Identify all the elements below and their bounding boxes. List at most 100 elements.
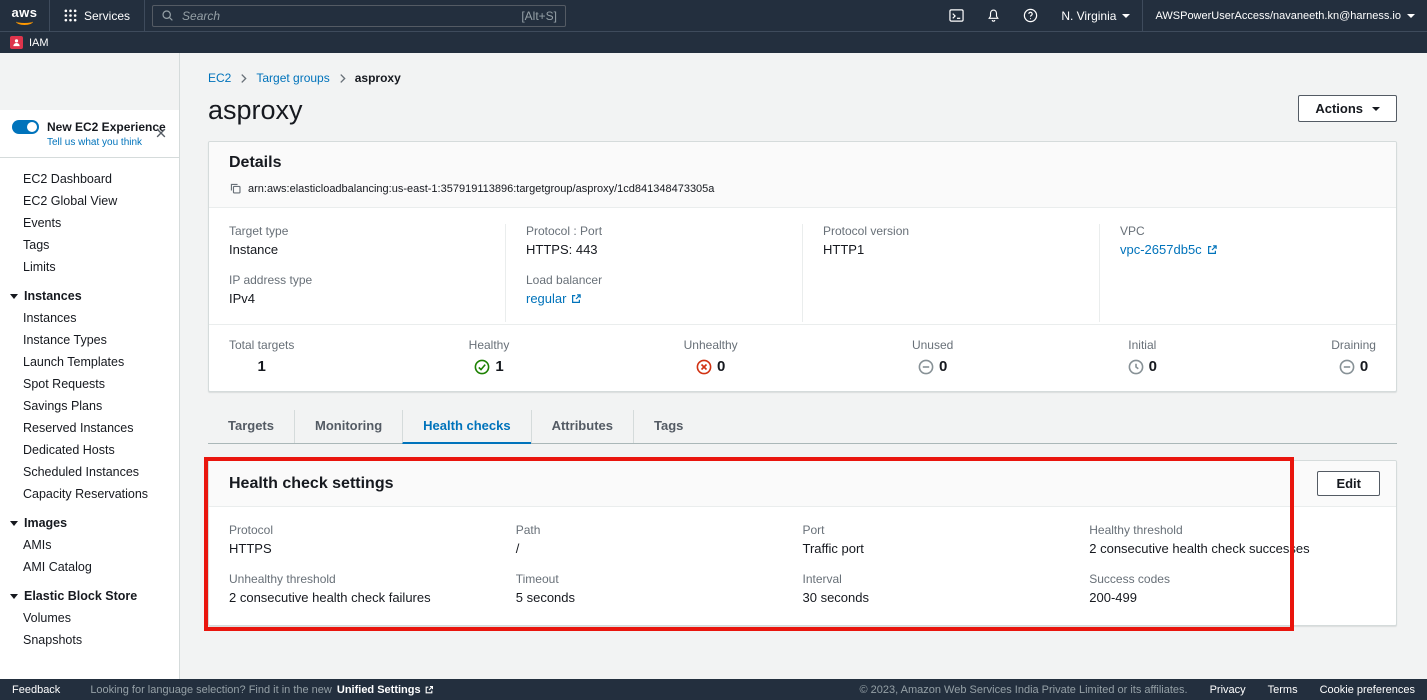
iam-shortcut[interactable]: IAM bbox=[29, 37, 49, 49]
sidebar-item-capacity-reservations[interactable]: Capacity Reservations bbox=[0, 483, 179, 505]
load-balancer-link[interactable]: regular bbox=[526, 291, 582, 306]
top-navigation: aws Services [Alt+S] bbox=[0, 0, 1427, 31]
field-healthy-threshold: Healthy threshold 2 consecutive health c… bbox=[1089, 523, 1376, 556]
sidebar-item-volumes[interactable]: Volumes bbox=[0, 607, 179, 629]
sidebar-item-spot-requests[interactable]: Spot Requests bbox=[0, 373, 179, 395]
search-icon bbox=[161, 9, 174, 22]
field-success-codes: Success codes 200-499 bbox=[1089, 572, 1376, 605]
sidebar-item-launch-templates[interactable]: Launch Templates bbox=[0, 351, 179, 373]
sidebar-item-ec2-global-view[interactable]: EC2 Global View bbox=[0, 190, 179, 212]
services-grid-icon bbox=[64, 9, 77, 22]
external-link-icon bbox=[1206, 244, 1218, 256]
summary-unused: Unused 0 bbox=[912, 338, 953, 375]
summary-initial: Initial 0 bbox=[1128, 338, 1157, 375]
terms-link[interactable]: Terms bbox=[1268, 684, 1298, 696]
aws-logo-smile bbox=[16, 18, 33, 25]
sidebar-item-scheduled-instances[interactable]: Scheduled Instances bbox=[0, 461, 179, 483]
tab-tags[interactable]: Tags bbox=[633, 410, 703, 443]
draining-icon bbox=[1339, 359, 1355, 375]
field-health-protocol: Protocol HTTPS bbox=[229, 523, 516, 556]
cloudshell-button[interactable] bbox=[938, 0, 975, 31]
feedback-link[interactable]: Feedback bbox=[12, 684, 60, 696]
health-check-card: Health check settings Edit Protocol HTTP… bbox=[208, 460, 1397, 626]
close-icon[interactable] bbox=[155, 127, 167, 142]
field-timeout: Timeout 5 seconds bbox=[516, 572, 803, 605]
help-button[interactable] bbox=[1012, 0, 1049, 31]
sidebar-item-snapshots[interactable]: Snapshots bbox=[0, 629, 179, 651]
target-group-arn: arn:aws:elasticloadbalancing:us-east-1:3… bbox=[248, 183, 714, 195]
field-interval: Interval 30 seconds bbox=[803, 572, 1090, 605]
sidebar: New EC2 Experience Tell us what you thin… bbox=[0, 53, 180, 679]
sidebar-item-limits[interactable]: Limits bbox=[0, 256, 179, 278]
sidebar-section-elastic-block-store[interactable]: Elastic Block Store bbox=[0, 578, 179, 607]
health-check-title: Health check settings bbox=[229, 475, 394, 493]
field-load-balancer: Load balancer regular bbox=[526, 273, 782, 306]
external-link-icon bbox=[570, 293, 582, 305]
account-menu[interactable]: AWSPowerUserAccess/navaneeth.kn@harness.… bbox=[1143, 10, 1427, 22]
summary-unhealthy: Unhealthy 0 bbox=[684, 338, 738, 375]
edit-button[interactable]: Edit bbox=[1317, 471, 1380, 496]
search-input[interactable] bbox=[180, 8, 515, 24]
unused-icon bbox=[918, 359, 934, 375]
tab-monitoring[interactable]: Monitoring bbox=[294, 410, 402, 443]
breadcrumb-separator-icon bbox=[339, 73, 346, 84]
breadcrumb-current: asproxy bbox=[355, 71, 401, 85]
sidebar-item-events[interactable]: Events bbox=[0, 212, 179, 234]
field-unhealthy-threshold: Unhealthy threshold 2 consecutive health… bbox=[229, 572, 516, 605]
new-experience-label: New EC2 Experience bbox=[47, 120, 166, 134]
sidebar-item-tags[interactable]: Tags bbox=[0, 234, 179, 256]
iam-service-icon bbox=[10, 36, 23, 49]
footer: Feedback Looking for language selection?… bbox=[0, 679, 1427, 700]
tab-attributes[interactable]: Attributes bbox=[531, 410, 633, 443]
sidebar-item-amis[interactable]: AMIs bbox=[0, 534, 179, 556]
healthy-icon bbox=[474, 359, 490, 375]
field-protocol-port: Protocol : Port HTTPS: 443 bbox=[526, 224, 782, 257]
sidebar-item-ec2-dashboard[interactable]: EC2 Dashboard bbox=[0, 168, 179, 190]
field-protocol-version: Protocol version HTTP1 bbox=[823, 224, 1079, 257]
region-label: N. Virginia bbox=[1061, 9, 1116, 23]
vpc-link[interactable]: vpc-2657db5c bbox=[1120, 242, 1218, 257]
details-card: Details arn:aws:elasticloadbalancing:us-… bbox=[208, 141, 1397, 392]
unified-settings-link[interactable]: Unified Settings bbox=[337, 684, 434, 696]
breadcrumb-target-groups[interactable]: Target groups bbox=[256, 71, 329, 85]
sidebar-item-instances[interactable]: Instances bbox=[0, 307, 179, 329]
privacy-link[interactable]: Privacy bbox=[1210, 684, 1246, 696]
tab-health-checks[interactable]: Health checks bbox=[402, 410, 530, 444]
field-vpc: VPC vpc-2657db5c bbox=[1120, 224, 1376, 257]
unhealthy-icon bbox=[696, 359, 712, 375]
new-experience-subtitle[interactable]: Tell us what you think bbox=[47, 137, 167, 148]
field-health-path: Path / bbox=[516, 523, 803, 556]
language-hint: Looking for language selection? Find it … bbox=[90, 684, 332, 696]
notifications-button[interactable] bbox=[975, 0, 1012, 31]
cookie-preferences-link[interactable]: Cookie preferences bbox=[1320, 684, 1415, 696]
search-bar[interactable]: [Alt+S] bbox=[152, 5, 566, 27]
section-caret-icon bbox=[10, 594, 18, 599]
sidebar-section-instances[interactable]: Instances bbox=[0, 278, 179, 307]
sidebar-item-instance-types[interactable]: Instance Types bbox=[0, 329, 179, 351]
sidebar-item-dedicated-hosts[interactable]: Dedicated Hosts bbox=[0, 439, 179, 461]
summary-draining: Draining 0 bbox=[1331, 338, 1376, 375]
actions-button[interactable]: Actions bbox=[1298, 95, 1397, 122]
field-ip-address-type: IP address type IPv4 bbox=[229, 273, 485, 306]
breadcrumb-separator-icon bbox=[240, 73, 247, 84]
nav-right-cluster: N. Virginia AWSPowerUserAccess/navaneeth… bbox=[938, 0, 1427, 31]
sidebar-nav: EC2 Dashboard EC2 Global View Events Tag… bbox=[0, 158, 179, 661]
bell-icon bbox=[986, 8, 1001, 23]
details-title: Details bbox=[229, 154, 1376, 172]
cloudshell-icon bbox=[949, 8, 964, 23]
summary-healthy: Healthy 1 bbox=[469, 338, 510, 375]
sidebar-section-images[interactable]: Images bbox=[0, 505, 179, 534]
field-health-port: Port Traffic port bbox=[803, 523, 1090, 556]
tab-targets[interactable]: Targets bbox=[208, 410, 294, 443]
sidebar-item-ami-catalog[interactable]: AMI Catalog bbox=[0, 556, 179, 578]
caret-down-icon bbox=[1372, 107, 1380, 111]
new-experience-toggle[interactable] bbox=[12, 120, 39, 134]
sidebar-item-reserved-instances[interactable]: Reserved Instances bbox=[0, 417, 179, 439]
aws-logo[interactable]: aws bbox=[0, 0, 49, 31]
breadcrumb-ec2[interactable]: EC2 bbox=[208, 71, 231, 85]
services-menu[interactable]: Services bbox=[50, 0, 144, 31]
sidebar-item-savings-plans[interactable]: Savings Plans bbox=[0, 395, 179, 417]
region-selector[interactable]: N. Virginia bbox=[1049, 9, 1142, 23]
copy-icon[interactable] bbox=[229, 182, 242, 195]
page-title: asproxy bbox=[208, 95, 303, 125]
